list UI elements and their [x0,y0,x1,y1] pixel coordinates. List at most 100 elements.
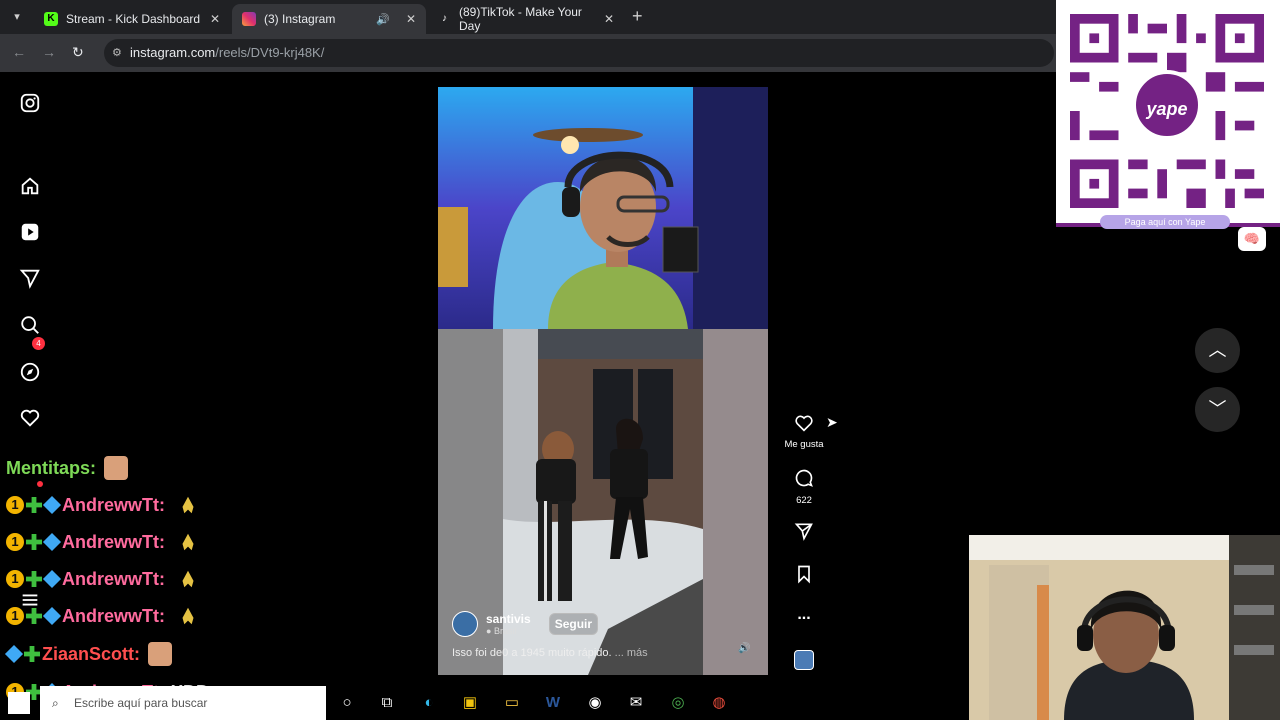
chevron-up-icon: ︿ [1208,340,1227,360]
audio-track-thumbnail[interactable] [794,650,814,670]
praying-hands-emote-icon [182,496,194,514]
word-icon[interactable]: W [543,694,563,712]
app-icon[interactable]: ◍ [709,694,729,712]
plus-badge-icon [26,497,42,513]
reel-author: santivis ● Brasil Seguir [452,611,599,637]
chat-username: ZiaanScott: [42,643,141,664]
back-icon[interactable]: ← [12,44,26,60]
obs-icon[interactable]: ◉ [585,694,605,712]
notification-badge: 4 [32,337,45,350]
reels-icon[interactable] [19,221,41,243]
gift-badge-icon: 1 [6,533,24,551]
more-options-icon[interactable]: ... [780,606,828,624]
extension-brain-icon[interactable]: 🧠 [1238,227,1266,251]
tab-kick-dashboard[interactable]: K Stream - Kick Dashboard ✕ [34,4,230,34]
chat-message: 1 AndrewwTt: [6,600,199,632]
gift-badge-icon: 1 [6,607,24,625]
chat-username: AndrewwTt: [62,531,165,552]
file-explorer-icon[interactable]: ▭ [502,694,522,712]
chat-username: AndrewwTt: [62,605,165,626]
reel-player[interactable]: santivis ● Brasil Seguir Isso foi de0 a … [438,87,768,675]
chat-message: Mentitaps: [6,452,128,484]
instagram-logo-icon[interactable] [19,92,41,114]
share-action[interactable] [780,521,828,546]
speaker-icon[interactable]: 🔊 [376,13,390,26]
like-label: Me gusta [784,439,824,450]
comment-action[interactable]: 622 [780,468,828,506]
chat-message: ZiaanScott: [4,638,173,670]
chevron-down-icon: ﹀ [1208,399,1227,419]
audio-toggle-icon[interactable]: 🔊 [738,643,750,654]
chat-username: AndrewwTt: [62,568,165,589]
close-tab-icon[interactable]: ✕ [604,12,614,26]
follow-button[interactable]: Seguir [548,613,599,635]
search-placeholder: Escribe aquí para buscar [74,696,208,710]
instagram-icon [242,12,256,26]
store-icon[interactable]: ▣ [460,694,480,712]
chat-username: AndrewwTt: [62,494,165,515]
explore-icon[interactable] [19,361,41,383]
edge-icon[interactable]: ◐ [419,694,439,712]
close-tab-icon[interactable]: ✕ [406,12,416,26]
taskbar-search-input[interactable]: ⌕ Escribe aquí para buscar [40,686,326,720]
diamond-badge-icon [42,532,62,552]
windows-start-icon[interactable] [8,692,30,714]
tab-title: (89)TikTok - Make Your Day [458,5,582,33]
notifications-heart-icon[interactable] [19,407,41,429]
praying-hands-emote-icon [182,533,194,551]
like-action[interactable]: Me gusta [780,414,828,450]
tab-search-chevron-icon[interactable]: ▾ [6,6,28,28]
search-icon[interactable] [19,314,41,336]
chat-message: 1 AndrewwTt: [6,526,199,558]
previous-reel-button[interactable]: ︿ [1195,328,1240,373]
tiktok-icon: ♪ [441,13,447,24]
comment-count: 622 [796,495,812,506]
praying-hands-emote-icon [182,570,194,588]
face-emote-icon [104,456,128,480]
author-location[interactable]: Brasil [494,626,517,636]
reel-caption[interactable]: Isso foi de0 a 1945 muito rápido. ... má… [452,647,648,659]
yape-logo: yape [1132,70,1202,140]
streamer-webcam-video [438,87,768,329]
chrome-icon[interactable]: ◎ [668,694,688,712]
forward-icon[interactable]: → [42,44,56,60]
caption-more-link[interactable]: ... más [615,647,648,659]
plus-badge-icon [24,646,40,662]
location-pin-icon: ● [486,626,492,636]
diamond-badge-icon [42,606,62,626]
plus-badge-icon [26,608,42,624]
author-name[interactable]: santivis [486,612,531,626]
reload-icon[interactable]: ↻ [72,44,84,61]
tab-instagram[interactable]: (3) Instagram 🔊 ✕ [232,4,426,34]
yape-brand: yape [1146,99,1188,119]
next-reel-button[interactable]: ﹀ [1195,387,1240,432]
mouse-cursor-icon: ➤ [826,414,838,430]
heart-icon[interactable] [794,414,814,432]
task-view-icon[interactable]: ⧉ [377,694,397,712]
save-action[interactable] [780,564,828,589]
chat-username: Mentitaps: [6,457,96,478]
mail-icon[interactable]: ✉ [626,694,646,712]
url-path: /reels/DVt9-krj48K/ [215,45,325,60]
kick-icon: K [44,12,58,26]
praying-hands-emote-icon [182,607,194,625]
cortana-icon[interactable]: ○ [337,694,357,712]
comment-icon[interactable] [794,468,814,488]
caption-text: Isso foi de0 a 1945 muito rápido. [452,647,612,659]
bookmark-icon[interactable] [794,564,814,584]
author-avatar[interactable] [452,611,478,637]
new-tab-icon[interactable]: + [632,6,643,27]
share-icon[interactable] [794,521,814,541]
plus-badge-icon [26,571,42,587]
diamond-badge-icon [42,569,62,589]
tab-tiktok[interactable]: ♪ (89)TikTok - Make Your Day ✕ [428,4,624,34]
tab-title: Stream - Kick Dashboard [66,12,201,26]
chat-message: 1 AndrewwTt: [6,489,199,521]
close-tab-icon[interactable]: ✕ [210,12,220,26]
gift-badge-icon: 1 [6,570,24,588]
tab-title: (3) Instagram [264,12,336,26]
site-info-icon[interactable]: ⚙ [112,39,122,67]
direct-messages-icon[interactable] [19,267,41,289]
home-icon[interactable] [19,175,41,197]
address-bar[interactable]: ⚙ instagram.com/reels/DVt9-krj48K/ [104,39,1054,67]
